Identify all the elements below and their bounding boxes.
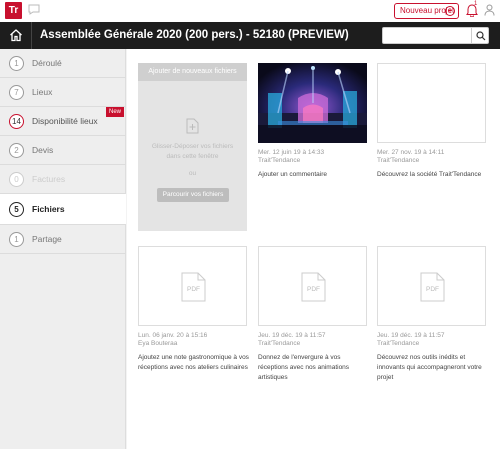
sidebar-item-fichiers[interactable]: 5 Fichiers xyxy=(0,194,126,225)
file-description: Découvrez la société Trait'Tendance xyxy=(377,171,482,178)
home-icon[interactable] xyxy=(9,28,23,42)
new-project-button[interactable]: Nouveau projet + xyxy=(394,3,459,19)
step-number: 7 xyxy=(9,85,24,100)
svg-text:PDF: PDF xyxy=(307,286,320,293)
file-thumbnail-pdf[interactable]: PDF xyxy=(138,246,247,326)
file-thumbnail-blank[interactable] xyxy=(377,63,486,143)
chat-icon[interactable] xyxy=(28,4,40,15)
file-date: Mer. 27 nov. 19 à 14:11 xyxy=(377,149,445,156)
stage-photo xyxy=(258,63,367,143)
sidebar-item-lieux[interactable]: 7 Lieux xyxy=(0,78,126,107)
sidebar-item-partage[interactable]: 1 Partage xyxy=(0,225,126,254)
upload-header: Ajouter de nouveaux fichiers xyxy=(138,63,247,81)
file-author: Eya Bouteraa xyxy=(138,340,178,347)
files-panel: Ajouter de nouveaux fichiers Glisser-Dép… xyxy=(127,49,500,449)
plus-icon: + xyxy=(445,6,455,16)
new-badge: New xyxy=(106,107,125,117)
step-number: 1 xyxy=(9,232,24,247)
project-header: Assemblée Générale 2020 (200 pers.) - 52… xyxy=(0,22,500,49)
step-number: 1 xyxy=(9,56,24,71)
sidebar-item-label: Partage xyxy=(32,234,62,244)
file-author: Trait'Tendance xyxy=(258,340,301,347)
sidebar-item-label: Factures xyxy=(32,174,66,184)
file-author: Trait'Tendance xyxy=(377,157,420,164)
file-thumbnail-pdf[interactable]: PDF xyxy=(258,246,367,326)
or-separator: ou xyxy=(188,170,197,177)
user-icon[interactable] xyxy=(484,4,495,16)
pdf-file-icon: PDF xyxy=(181,272,206,302)
sidebar-item-label: Lieux xyxy=(32,87,53,97)
search-input[interactable] xyxy=(382,27,472,44)
file-description: Ajoutez une note gastronomique à vos réc… xyxy=(138,354,249,371)
step-number: 0 xyxy=(9,172,24,187)
sidebar-item-label: Déroulé xyxy=(32,58,62,68)
search-icon xyxy=(476,31,486,41)
svg-text:PDF: PDF xyxy=(426,286,439,293)
file-date: Jeu. 19 déc. 19 à 11:57 xyxy=(377,332,445,339)
pdf-file-icon: PDF xyxy=(301,272,326,302)
file-author: Trait'Tendance xyxy=(258,157,301,164)
step-number: 2 xyxy=(9,143,24,158)
file-date: Mer. 12 juin 19 à 14:33 xyxy=(258,149,325,156)
page-title: Assemblée Générale 2020 (200 pers.) - 52… xyxy=(40,29,349,41)
sidebar-item-label: Fichiers xyxy=(32,204,65,214)
notification-count: 1 xyxy=(474,1,478,7)
divider xyxy=(31,22,32,49)
add-comment-link[interactable]: Ajouter un commentaire xyxy=(258,170,370,180)
browse-files-button[interactable]: Parcourir vos fichiers xyxy=(157,188,229,202)
drop-instructions: Glisser-Déposer vos fichiers dans cette … xyxy=(151,143,234,160)
file-description: Donnez de l'envergure à vos réceptions a… xyxy=(258,354,350,381)
sidebar: 1 Déroulé 7 Lieux 14 Disponibilité lieux… xyxy=(0,49,126,449)
file-thumbnail-pdf[interactable]: PDF xyxy=(377,246,486,326)
upload-dropzone[interactable]: Ajouter de nouveaux fichiers Glisser-Dép… xyxy=(138,63,247,231)
pdf-file-icon: PDF xyxy=(420,272,445,302)
top-bar: Tr Nouveau projet + 1 xyxy=(0,0,500,22)
file-date: Lun. 06 janv. 20 à 15:16 xyxy=(138,332,208,339)
step-number: 5 xyxy=(9,202,24,217)
sidebar-item-deroule[interactable]: 1 Déroulé xyxy=(0,49,126,78)
search-button[interactable] xyxy=(471,27,489,44)
file-thumbnail-photo[interactable] xyxy=(258,63,367,143)
sidebar-item-factures[interactable]: 0 Factures xyxy=(0,165,126,194)
sidebar-item-label: Disponibilité lieux xyxy=(32,116,98,126)
sidebar-item-disponibilite-lieux[interactable]: 14 Disponibilité lieux New xyxy=(0,107,126,136)
sidebar-item-label: Devis xyxy=(32,145,54,155)
svg-text:PDF: PDF xyxy=(187,286,200,293)
sidebar-item-devis[interactable]: 2 Devis xyxy=(0,136,126,165)
file-author: Trait'Tendance xyxy=(377,340,420,347)
file-date: Jeu. 19 déc. 19 à 11:57 xyxy=(258,332,326,339)
file-add-icon xyxy=(186,118,199,134)
file-description: Découvrez nos outils inédits et innovant… xyxy=(377,354,482,381)
logo[interactable]: Tr xyxy=(5,2,22,19)
step-number: 14 xyxy=(9,114,24,129)
